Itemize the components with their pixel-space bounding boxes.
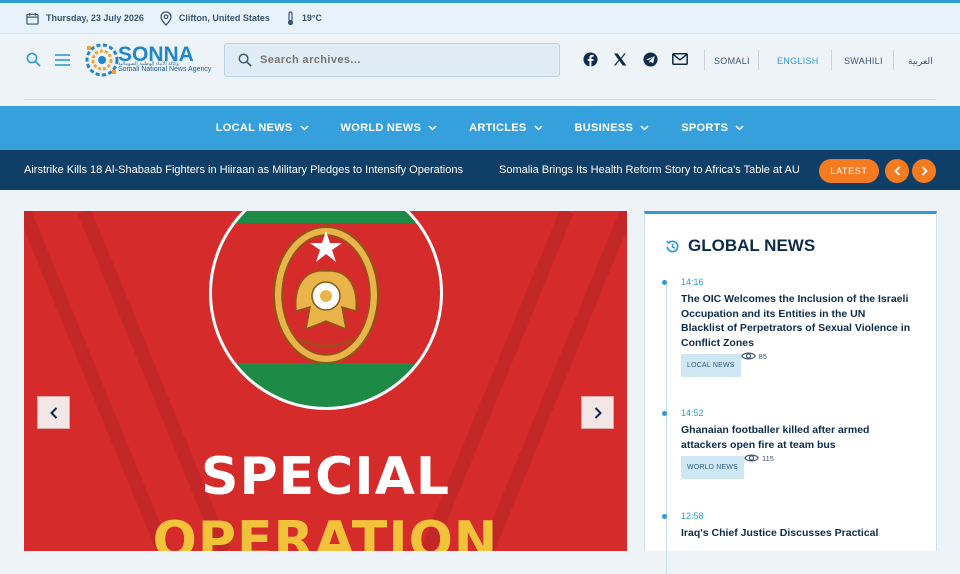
nav-local-news[interactable]: LOCAL NEWS [216, 122, 309, 134]
timeline-line [666, 284, 667, 574]
lang-swahili[interactable]: SWAHILI [844, 56, 883, 66]
view-count: 85 [740, 351, 767, 361]
view-count-value: 115 [762, 453, 774, 463]
news-item[interactable]: 14:16 The OIC Welcomes the Inclusion of … [662, 277, 911, 377]
language-divider [893, 50, 894, 70]
language-divider [758, 50, 759, 70]
global-news-panel: GLOBAL NEWS 14:16 The OIC Welcomes the I… [644, 211, 937, 574]
category-badge[interactable]: LOCAL NEWS [681, 354, 741, 377]
news-time: 12:58 [681, 511, 704, 521]
ticker-track: Airstrike Kills 18 Al-Shabaab Fighters i… [24, 164, 808, 176]
news-item[interactable]: 14:52 Ghanaian footballer killed after a… [662, 408, 911, 479]
view-count: 115 [744, 453, 774, 463]
language-divider [831, 50, 832, 70]
lang-english[interactable]: ENGLISH [777, 56, 819, 66]
chevron-left-icon [893, 166, 900, 176]
language-divider [704, 50, 705, 70]
location-pin-icon [160, 10, 172, 26]
lang-somali[interactable]: SOMALI [714, 56, 750, 66]
menu-icon[interactable] [55, 54, 70, 66]
nav-label: LOCAL NEWS [215, 122, 293, 134]
nav-world-news[interactable]: WORLD NEWS [341, 122, 438, 134]
category-badge[interactable]: WORLD NEWS [681, 456, 744, 479]
facebook-icon[interactable] [583, 52, 598, 67]
chevron-down-icon [300, 125, 309, 131]
nav-label: ARTICLES [469, 122, 527, 134]
chevron-down-icon [640, 125, 649, 131]
nav-label: WORLD NEWS [340, 122, 422, 134]
nav-sports[interactable]: SPORTS [681, 122, 744, 134]
chevron-down-icon [735, 125, 744, 131]
main-navigation: LOCAL NEWS WORLD NEWS ARTICLES BUSINESS … [0, 106, 960, 150]
hero-title-line1: SPECIAL [201, 447, 450, 507]
lang-arabic[interactable]: العربية [908, 56, 933, 67]
mail-icon[interactable] [672, 53, 688, 65]
chevron-right-icon [594, 406, 602, 419]
view-count-value: 85 [758, 351, 767, 361]
news-time: 14:52 [681, 408, 704, 418]
timeline-dot [662, 514, 667, 519]
timeline-dot [662, 280, 667, 285]
panel-header: GLOBAL NEWS [665, 236, 815, 256]
weather-item: 19°C [286, 10, 323, 26]
timeline-dot [662, 411, 667, 416]
chevron-right-icon [921, 166, 928, 176]
breaking-news-ticker: Airstrike Kills 18 Al-Shabaab Fighters i… [0, 150, 960, 190]
nav-business[interactable]: BUSINESS [575, 122, 650, 134]
ticker-item[interactable]: Airstrike Kills 18 Al-Shabaab Fighters i… [24, 164, 463, 176]
search-icon [238, 53, 252, 67]
x-twitter-icon[interactable] [613, 53, 627, 66]
chevron-left-icon [49, 406, 57, 419]
nav-label: SPORTS [681, 122, 729, 134]
hero-title-line2: OPERATION [152, 511, 499, 551]
chevron-down-icon [534, 125, 543, 131]
nav-articles[interactable]: ARTICLES [469, 122, 543, 134]
slider-prev-button[interactable] [37, 396, 70, 429]
info-bar: Thursday, 23 July 2026 Clifton, United S… [0, 3, 960, 34]
search-input[interactable] [260, 54, 540, 66]
latest-button[interactable]: LATEST [819, 159, 879, 183]
location-item: Clifton, United States [160, 10, 270, 26]
location-text: Clifton, United States [178, 13, 270, 23]
search-icon[interactable] [26, 52, 41, 67]
news-headline[interactable]: The OIC Welcomes the Inclusion of the Is… [681, 292, 911, 350]
panel-title: GLOBAL NEWS [688, 236, 816, 255]
news-time: 14:16 [681, 277, 704, 287]
telegram-icon[interactable] [643, 52, 658, 67]
date-text: Thursday, 23 July 2026 [46, 13, 144, 23]
news-meta: LOCAL NEWS 85 [681, 351, 911, 377]
logo-globe-icon [85, 43, 119, 77]
eye-icon [740, 352, 756, 360]
temperature-text: 19°C [301, 13, 323, 23]
calendar-icon [26, 12, 39, 25]
news-meta: WORLD NEWS 115 [681, 453, 911, 479]
date-item: Thursday, 23 July 2026 [26, 12, 144, 25]
ticker-prev-button[interactable] [885, 159, 909, 183]
site-header: SONNA وكالة الأنباء الوطنية الصومالية So… [24, 34, 936, 100]
eye-icon [744, 454, 759, 462]
slider-next-button[interactable] [581, 396, 614, 429]
news-headline[interactable]: Ghanaian footballer killed after armed a… [681, 423, 911, 452]
news-item[interactable]: 12:58 Iraq's Chief Justice Discusses Pra… [662, 511, 911, 541]
ticker-item[interactable]: Somalia Brings Its Health Reform Story t… [499, 164, 800, 176]
site-logo[interactable]: SONNA وكالة الأنباء الوطنية الصومالية So… [84, 40, 212, 82]
search-box[interactable] [224, 43, 560, 77]
nav-label: BUSINESS [574, 122, 634, 134]
chevron-down-icon [428, 125, 437, 131]
logo-subtitle: Somali National News Agency [118, 66, 212, 73]
featured-slider[interactable]: SPECIAL OPERATION [24, 211, 627, 551]
ticker-next-button[interactable] [912, 159, 936, 183]
history-icon [666, 239, 679, 252]
thermometer-icon [287, 10, 294, 25]
news-headline[interactable]: Iraq's Chief Justice Discusses Practical [681, 526, 911, 541]
